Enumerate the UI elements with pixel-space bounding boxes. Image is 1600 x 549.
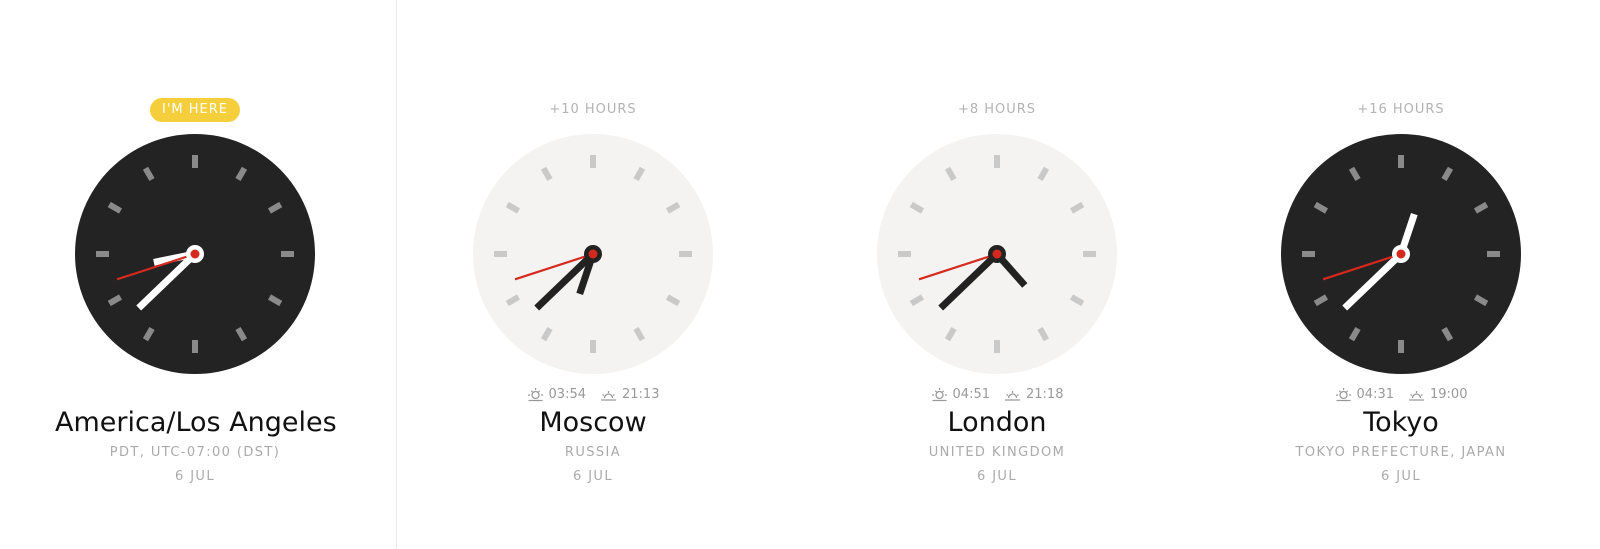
hour-offset-label: +16 HOURS xyxy=(1357,102,1445,117)
sunrise-item: 04:51 xyxy=(931,386,990,402)
sunrise-item: 04:31 xyxy=(1335,386,1394,402)
center-dot xyxy=(1396,249,1406,259)
city-name: America/Los Angeles xyxy=(55,407,337,438)
sunset-item: 21:18 xyxy=(1004,386,1063,402)
im-here-badge: I'M HERE xyxy=(150,98,240,122)
sunrise-item: 03:54 xyxy=(527,386,586,402)
sunrise-icon xyxy=(528,388,544,402)
country-label: RUSSIA xyxy=(564,445,622,460)
sunset-time: 19:00 xyxy=(1430,386,1468,402)
clock-face xyxy=(877,134,1117,374)
sunrise-time: 03:54 xyxy=(548,386,586,402)
date-label: 6 JUL xyxy=(175,469,215,484)
clock-card-tokyo[interactable]: +16 HOURS 04:31 19:00 Tokyo TOKYO PREFEC… xyxy=(1261,0,1541,549)
clock-card-moscow[interactable]: +10 HOURS 03:54 21:13 Moscow RUSSIA 6 JU… xyxy=(453,0,733,549)
sun-times: 03:54 21:13 xyxy=(527,386,659,402)
sunrise-icon xyxy=(1336,388,1352,402)
sunset-time: 21:18 xyxy=(1026,386,1064,402)
city-name: Moscow xyxy=(539,407,647,438)
clock-face xyxy=(1281,134,1521,374)
sunset-time: 21:13 xyxy=(622,386,660,402)
home-divider xyxy=(396,0,397,549)
city-name: Tokyo xyxy=(1363,407,1439,438)
sunset-icon xyxy=(1005,391,1021,401)
sunrise-time: 04:51 xyxy=(952,386,990,402)
date-label: 6 JUL xyxy=(573,469,613,484)
sunset-icon xyxy=(601,391,617,401)
clock-face xyxy=(473,134,713,374)
sunset-item: 21:13 xyxy=(600,386,659,402)
country-label: UNITED KINGDOM xyxy=(928,445,1066,460)
center-dot xyxy=(992,249,1002,259)
clock-face xyxy=(75,134,315,374)
clock-card-london[interactable]: +8 HOURS 04:51 21:18 London UNITED KINGD… xyxy=(857,0,1137,549)
sunrise-icon xyxy=(932,388,948,402)
sunrise-time: 04:31 xyxy=(1356,386,1394,402)
hour-offset-label: +10 HOURS xyxy=(549,102,637,117)
region-label: TOKYO PREFECTURE, JAPAN xyxy=(1295,445,1507,460)
sun-times: 04:31 19:00 xyxy=(1335,386,1467,402)
hour-offset-label: +8 HOURS xyxy=(957,102,1037,117)
clock-card-los-angeles[interactable]: I'M HERE America/Los Angeles PDT, UTC-07… xyxy=(55,0,337,549)
date-label: 6 JUL xyxy=(977,469,1017,484)
sunset-item: 19:00 xyxy=(1408,386,1467,402)
timezone-label: PDT, UTC-07:00 (DST) xyxy=(109,445,281,460)
center-dot xyxy=(588,249,598,259)
city-name: London xyxy=(947,407,1047,438)
date-label: 6 JUL xyxy=(1381,469,1421,484)
sunset-icon xyxy=(1409,391,1425,401)
world-clock-page: I'M HERE America/Los Angeles PDT, UTC-07… xyxy=(0,0,1600,549)
sun-times: 04:51 21:18 xyxy=(931,386,1063,402)
center-dot xyxy=(190,249,200,259)
